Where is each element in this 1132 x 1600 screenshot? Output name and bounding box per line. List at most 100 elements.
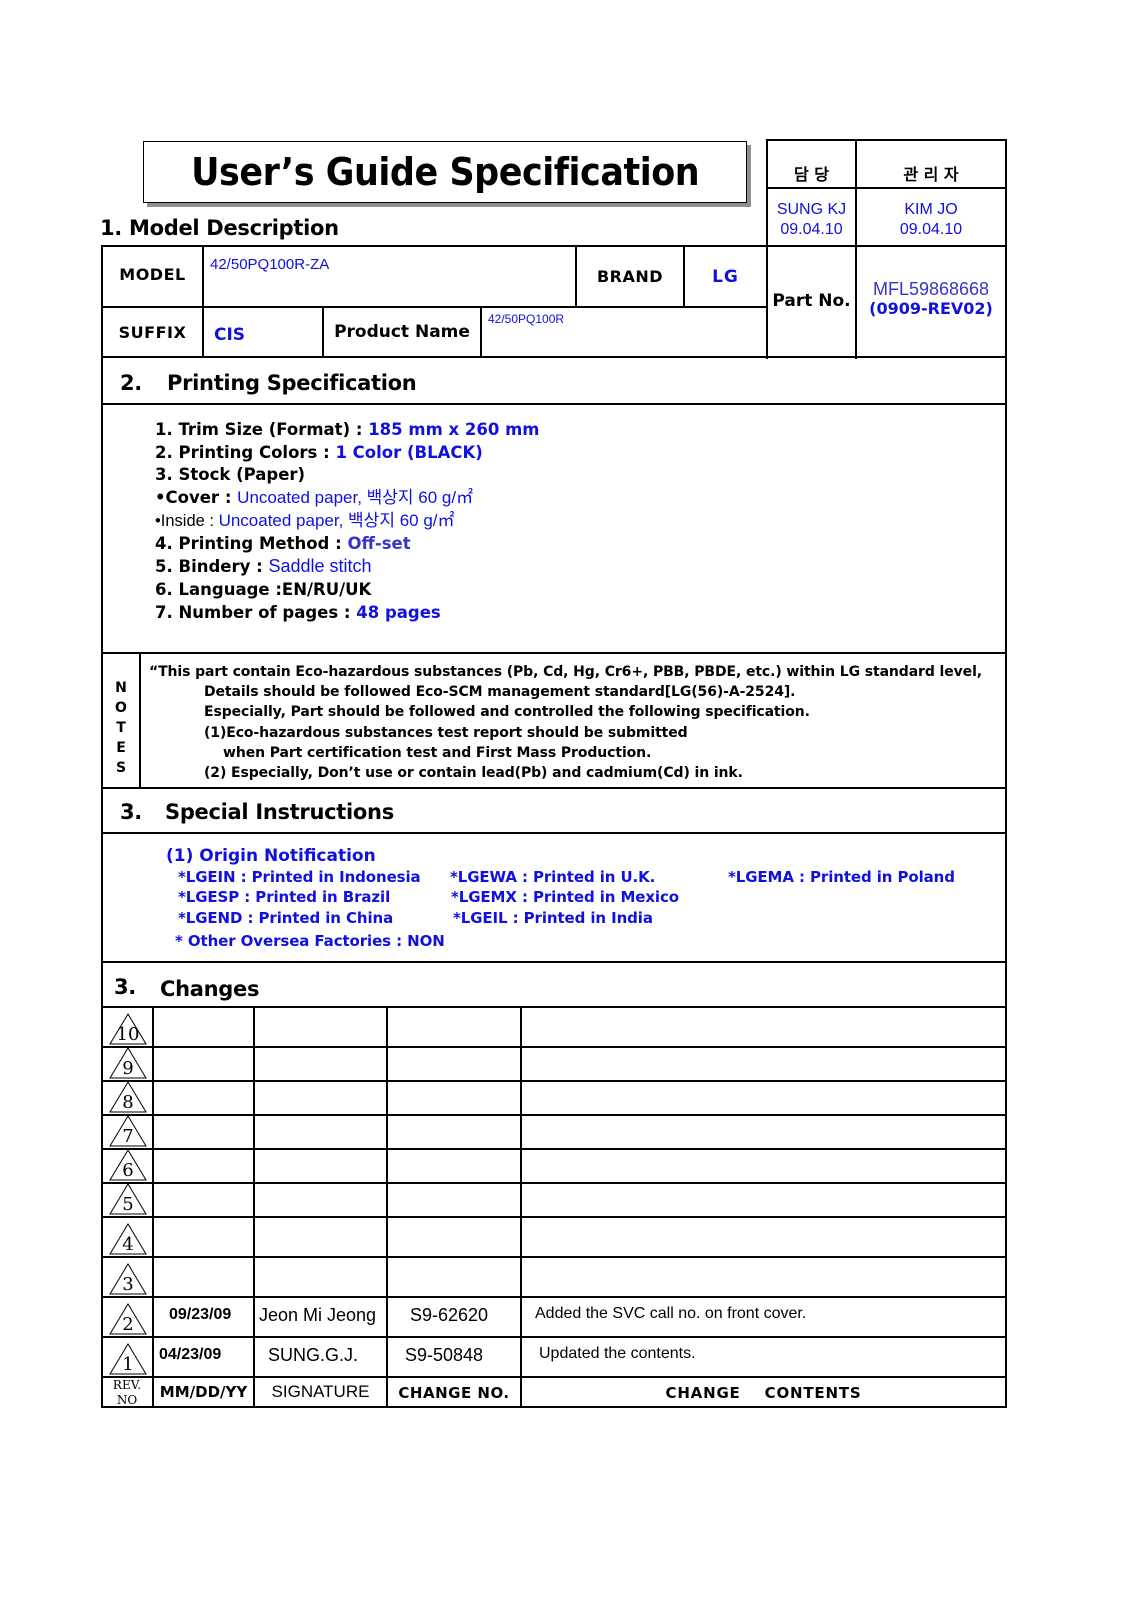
origin-lgesp: *LGESP : Printed in Brazil — [178, 888, 391, 906]
change-contents: Updated the contents. — [539, 1345, 696, 1362]
column-divider — [520, 1006, 522, 1406]
spec-printing-colors: 2. Printing Colors : 1 Color (BLACK) — [155, 442, 539, 465]
divider — [101, 356, 1007, 358]
divider — [101, 306, 766, 308]
suffix-value: CIS — [214, 325, 246, 345]
divider — [139, 652, 141, 788]
origin-lgema: *LGEMA : Printed in Poland — [728, 868, 955, 886]
change-signature: Jeon Mi Jeong — [259, 1305, 377, 1325]
spec-printing-method: 4. Printing Method : Off-set — [155, 533, 539, 556]
part-no-label: Part No. — [772, 291, 851, 311]
printing-spec-list: 1. Trim Size (Format) : 185 mm x 260 mm … — [155, 419, 539, 624]
spec-label: 4. Printing Method : — [155, 533, 348, 553]
divider — [101, 787, 1007, 789]
document-title-box: User’s Guide Specification — [143, 141, 747, 203]
revision-triangle-icon: 5 — [108, 1183, 148, 1215]
change-number: S9-50848 — [405, 1345, 484, 1365]
model-value: 42/50PQ100R-ZA — [210, 256, 330, 273]
column-divider — [253, 1006, 255, 1406]
note-line: (2) Especially, Don’t use or contain lea… — [204, 765, 743, 782]
approver-name: SUNG KJ — [776, 201, 847, 218]
revision-triangle-icon: 6 — [108, 1149, 148, 1181]
approval-date: 09.04.10 — [899, 221, 963, 238]
spec-label: 6. Language :EN/RU/UK — [155, 579, 372, 599]
footer-rev-no: REV. NO — [112, 1378, 142, 1407]
note-line: Especially, Part should be followed and … — [204, 704, 810, 721]
model-description-heading: 1. Model Description — [100, 216, 339, 240]
divider — [101, 403, 1007, 405]
spec-label: •Inside : — [155, 511, 219, 530]
right-border — [1005, 245, 1007, 1407]
row-divider — [101, 1336, 1007, 1338]
row-divider — [101, 1296, 1007, 1298]
suffix-label: SUFFIX — [118, 323, 187, 342]
revision-triangle-icon: 8 — [108, 1081, 148, 1113]
part-no-value: MFL59868668 — [872, 279, 990, 299]
origin-lgemx: *LGEMX : Printed in Mexico — [451, 888, 679, 906]
approval-header-manager: 관 리 자 — [903, 165, 959, 184]
note-line: Details should be followed Eco-SCM manag… — [204, 684, 796, 701]
row-divider — [101, 1080, 1007, 1082]
origin-lgewa: *LGEWA : Printed in U.K. — [450, 868, 656, 886]
approval-date: 09.04.10 — [780, 221, 843, 238]
special-instructions-heading: Special Instructions — [165, 800, 394, 824]
row-divider — [101, 1182, 1007, 1184]
spec-value: Saddle stitch — [268, 556, 372, 577]
origin-lgend: *LGEND : Printed in China — [178, 909, 394, 927]
spec-value: Uncoated paper, 백상지 60 g/㎡ — [218, 510, 455, 530]
row-divider — [101, 1376, 1007, 1378]
spec-bindery: 5. Bindery : Saddle stitch — [155, 555, 539, 579]
divider — [766, 187, 1007, 189]
table-bottom-border — [101, 1406, 1007, 1408]
origin-lgeil: *LGEIL : Printed in India — [453, 909, 653, 927]
spec-label: 2. Printing Colors : — [155, 442, 336, 462]
revision-triangle-icon: 3 — [108, 1263, 148, 1295]
changes-number: 3. — [114, 975, 136, 999]
revision-number: 9 — [122, 1058, 134, 1079]
note-line: “This part contain Eco-hazardous substan… — [149, 664, 982, 680]
row-divider — [101, 1114, 1007, 1116]
spec-value: 1 Color (BLACK) — [335, 442, 483, 462]
row-divider — [101, 1006, 1007, 1008]
change-date: 09/23/09 — [169, 1306, 232, 1323]
notes-text: “This part contain Eco-hazardous substan… — [149, 662, 982, 783]
divider — [480, 306, 482, 357]
revision-triangle-icon: 2 — [108, 1303, 148, 1335]
spec-value: Uncoated paper, 백상지 60 g/㎡ — [237, 488, 474, 508]
column-divider — [386, 1006, 388, 1406]
origin-notification-title: (1) Origin Notification — [166, 846, 376, 866]
notes-letter: E — [116, 740, 126, 756]
divider — [766, 139, 1007, 141]
divider — [101, 652, 1007, 654]
model-label: MODEL — [119, 265, 186, 284]
left-border — [101, 245, 103, 1407]
footer-change-contents: CHANGE CONTENTS — [665, 1384, 862, 1402]
revision-number: 10 — [116, 1024, 140, 1045]
footer-date: MM/DD/YY — [159, 1383, 248, 1401]
row-divider — [101, 1148, 1007, 1150]
spec-label: 7. Number of pages : — [155, 602, 357, 622]
revision-triangle-icon: 1 — [108, 1343, 148, 1375]
document-title: User’s Guide Specification — [190, 150, 700, 194]
divider — [101, 832, 1007, 834]
printing-spec-number: 2. — [120, 371, 142, 395]
product-name-label: Product Name — [334, 322, 470, 342]
origin-lgein: *LGEIN : Printed in Indonesia — [178, 868, 421, 886]
approval-header-charge: 담 당 — [793, 165, 829, 184]
printing-spec-heading: Printing Specification — [167, 371, 417, 395]
brand-value: LG — [712, 267, 739, 287]
revision-number: 5 — [122, 1194, 134, 1215]
spec-label: 1. Trim Size (Format) : — [155, 420, 369, 439]
changes-heading: Changes — [160, 977, 260, 1001]
approval-entry-manager: KIM JO 09.04.10 — [857, 200, 1005, 240]
revision-number: 4 — [122, 1234, 134, 1255]
revision-number: 6 — [122, 1160, 134, 1181]
revision-number: 1 — [122, 1354, 134, 1375]
notes-letter: T — [116, 720, 126, 736]
notes-side-label: N O T E S — [103, 678, 139, 778]
origin-other: * Other Oversea Factories : NON — [175, 932, 445, 950]
spec-trim-size: 1. Trim Size (Format) : 185 mm x 260 mm — [155, 419, 539, 442]
notes-letter: N — [115, 680, 127, 696]
footer-signature: SIGNATURE — [271, 1382, 370, 1401]
revision-triangle-icon: 9 — [108, 1047, 148, 1079]
